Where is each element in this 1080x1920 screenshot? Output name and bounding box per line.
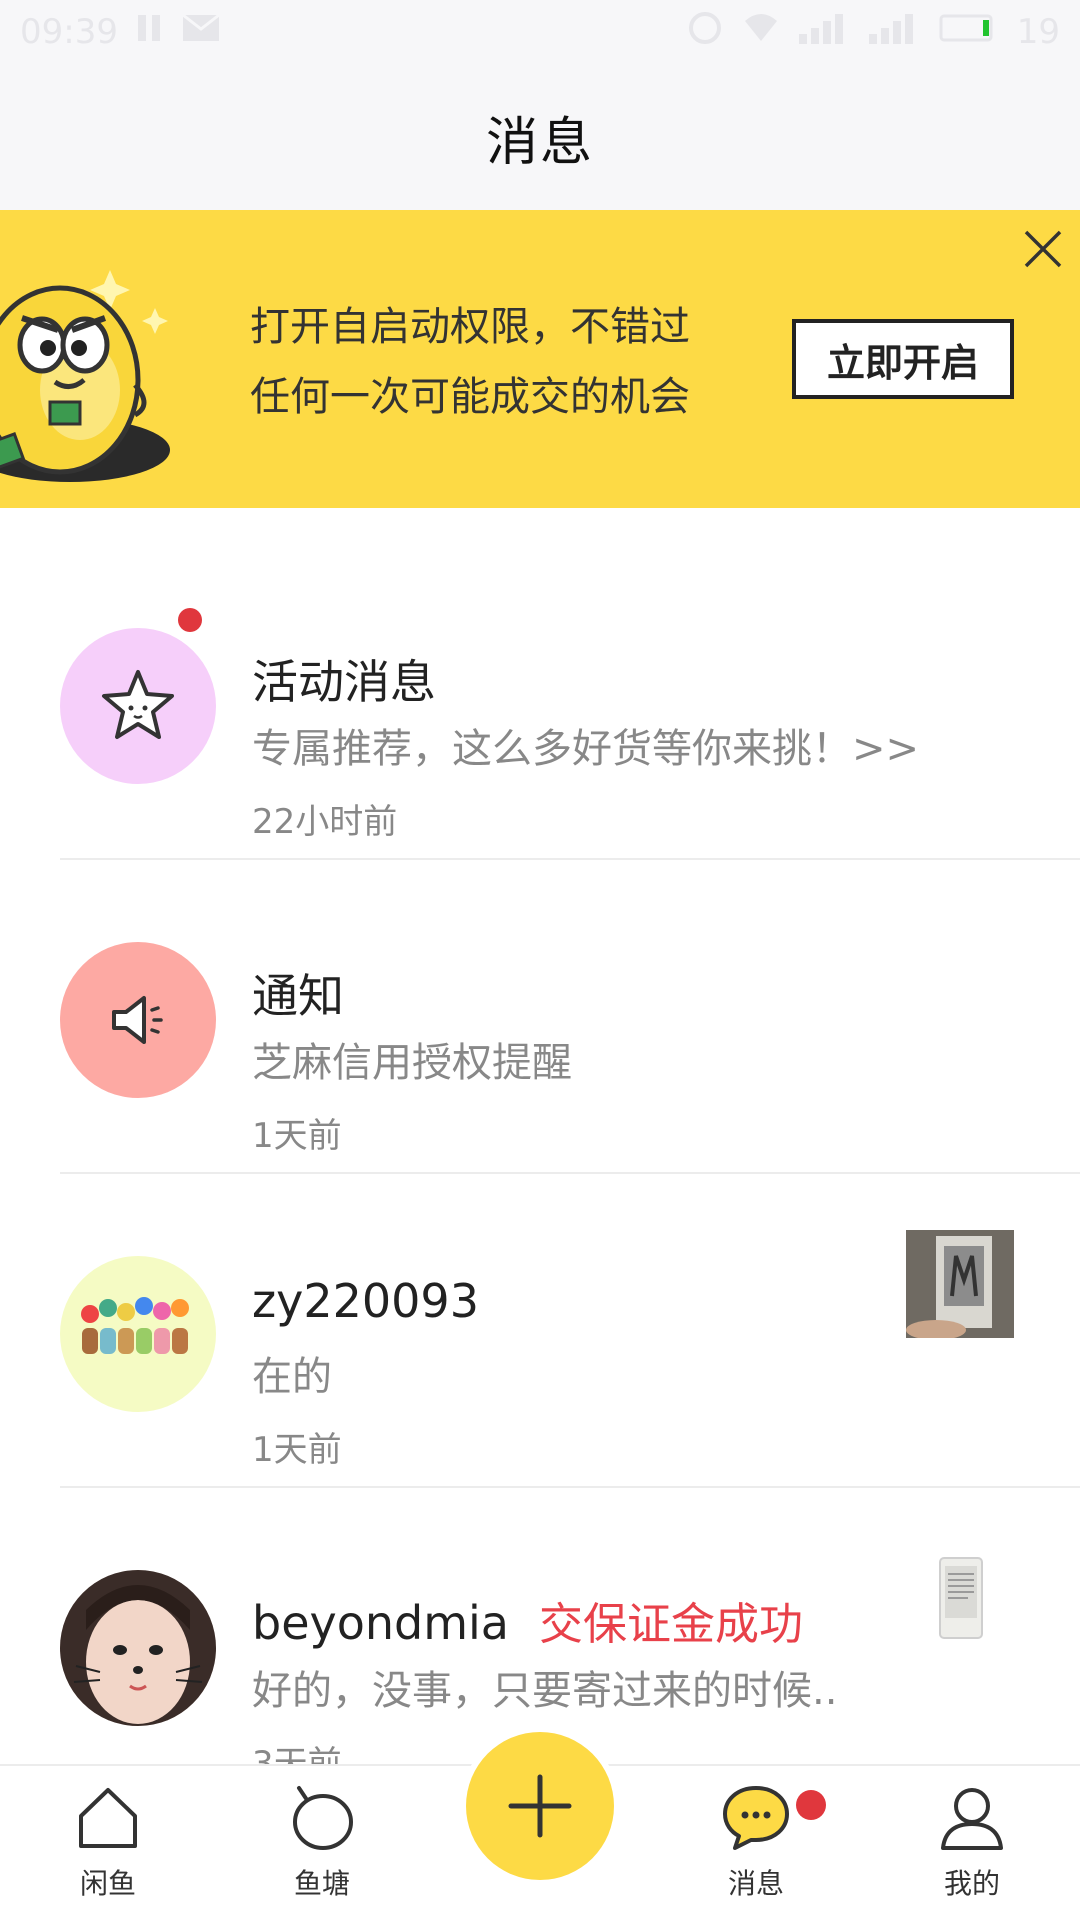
item-thumbnail[interactable] (906, 1544, 1014, 1652)
star-icon (102, 670, 174, 739)
unread-dot (178, 608, 202, 632)
banner-line-1: 打开自启动权限，不错过 (250, 304, 690, 350)
message-title: 活动消息 (252, 655, 436, 709)
page-header: 消息 (0, 64, 1080, 210)
avatar (60, 942, 216, 1098)
message-title-row: beyondmia 交保证金成功 (252, 1588, 803, 1652)
tab-profile[interactable]: 我的 (902, 1782, 1042, 1918)
status-bar: 09:39 19 (0, 0, 1080, 64)
message-preview: 芝麻信用授权提醒 (252, 1040, 572, 1086)
close-icon[interactable] (1022, 228, 1064, 270)
message-title: zy220093 (252, 1274, 479, 1328)
unread-dot (796, 1790, 826, 1820)
message-preview: 在的 (252, 1354, 332, 1400)
message-preview: 好的，没事，只要寄过来的时候.. (252, 1668, 838, 1714)
mascot-illustration (0, 230, 200, 500)
list-item-chat-zy220093[interactable]: zy220093 在的 1天前 (0, 1174, 1080, 1488)
user-photo (60, 1570, 216, 1726)
banner-line-2: 任何一次可能成交的机会 (250, 374, 690, 420)
pause-icon (136, 12, 164, 52)
page-title: 消息 (485, 112, 594, 173)
bears-balloons-image (81, 1297, 189, 1354)
tab-label: 消息 (727, 1867, 784, 1900)
message-title: beyondmia (252, 1596, 509, 1650)
home-icon (79, 1788, 137, 1848)
message-preview: 专属推荐，这么多好货等你来挑！>> (252, 726, 920, 772)
status-time: 09:39 (20, 12, 118, 52)
tab-pond[interactable]: 鱼塘 (252, 1782, 392, 1918)
message-icon (723, 1786, 789, 1850)
pond-icon (293, 1786, 353, 1850)
signal-icon (798, 12, 851, 53)
enable-autostart-button[interactable]: 立即开启 (792, 319, 1014, 399)
avatar (60, 1256, 216, 1412)
item-thumbnail[interactable] (906, 1230, 1014, 1340)
list-item-notification[interactable]: 通知 芝麻信用授权提醒 1天前 (0, 860, 1080, 1174)
speaker-icon (112, 996, 163, 1044)
mail-icon (182, 12, 220, 52)
tab-label: 闲鱼 (79, 1867, 136, 1900)
message-time: 1天前 (252, 1430, 342, 1470)
avatar (60, 1570, 216, 1726)
wifi-icon (741, 11, 781, 54)
tab-home[interactable]: 闲鱼 (38, 1782, 178, 1918)
list-item-activity[interactable]: 活动消息 专属推荐，这么多好货等你来挑！>> 22小时前 (0, 546, 1080, 860)
tab-label: 鱼塘 (293, 1867, 350, 1900)
battery-icon (939, 12, 999, 52)
profile-icon (941, 1788, 1003, 1850)
banner-message: 打开自启动权限，不错过 任何一次可能成交的机会 (250, 292, 690, 432)
publish-button[interactable] (466, 1732, 614, 1880)
avatar (60, 628, 216, 784)
plus-icon (508, 1774, 572, 1838)
tab-label: 我的 (943, 1867, 1000, 1900)
message-title: 通知 (252, 969, 344, 1023)
battery-level: 19 (1016, 12, 1060, 52)
message-time: 22小时前 (252, 802, 398, 842)
message-time: 1天前 (252, 1116, 342, 1156)
alarm-icon (687, 10, 723, 55)
autostart-banner[interactable]: 打开自启动权限，不错过 任何一次可能成交的机会 立即开启 (0, 210, 1080, 508)
signal-icon-2 (868, 12, 921, 53)
status-badge: 交保证金成功 (539, 1599, 803, 1650)
